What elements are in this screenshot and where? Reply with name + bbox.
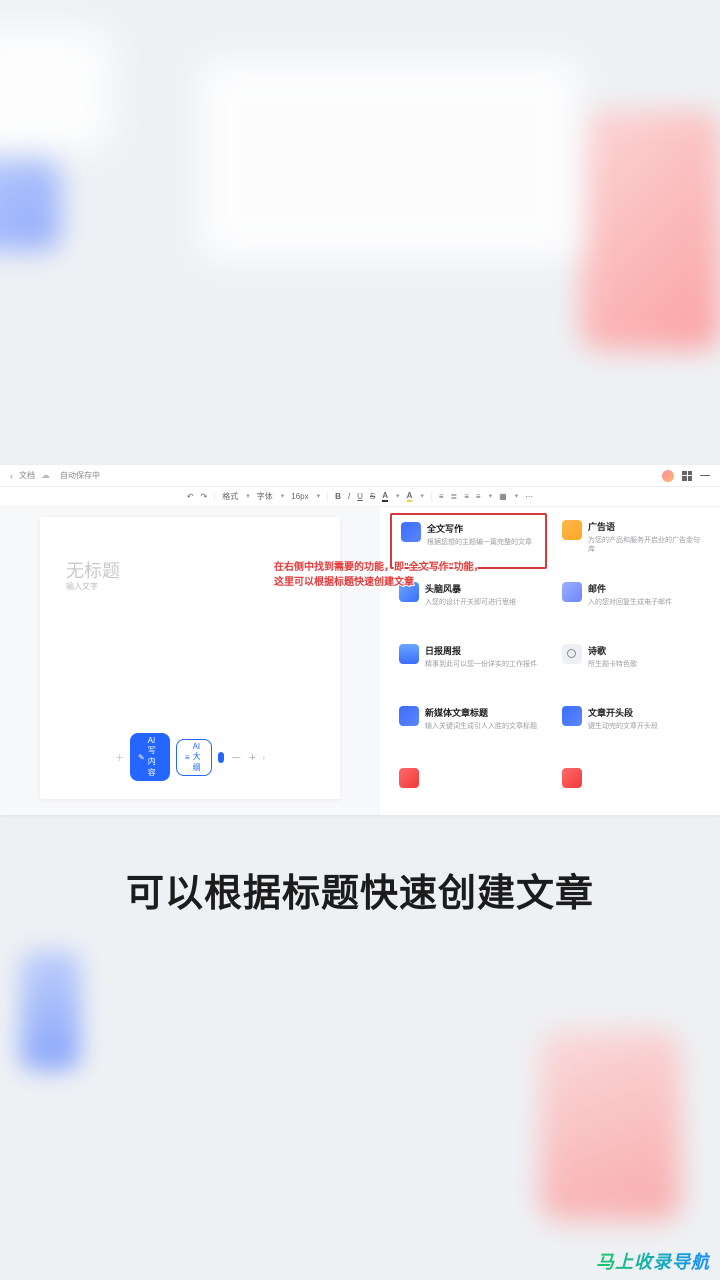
format-painter-button[interactable]: 格式 [222, 493, 238, 501]
template-panel: 全文写作 根据您想的主题编一篇完整的文章 广告语 为您的产品和服务开启业的广告金… [380, 507, 720, 815]
list-bullet-icon[interactable]: ≣ [451, 493, 458, 501]
opening-icon [562, 706, 582, 726]
sync-status: 自动保存中 [60, 470, 100, 481]
ai-write-label: AI写内容 [148, 736, 162, 778]
square-button[interactable] [218, 752, 224, 763]
apps-grid-icon[interactable] [682, 471, 692, 481]
ai-write-button[interactable]: ✎ AI写内容 [130, 733, 170, 781]
template-desc: 键生动完的文章开头段 [588, 722, 658, 731]
plus-small[interactable]: ＋ [248, 752, 256, 763]
underline-button[interactable]: U [357, 493, 363, 501]
template-more-right[interactable] [553, 761, 710, 795]
template-mail[interactable]: 邮件 入的您对回复生成电子邮件 [553, 575, 710, 631]
app-window: ‹ 文档 ☁ 自动保存中 — ↶ ↷ 格式▾ 字体▾ 16px▾ B I U S… [0, 465, 720, 815]
template-desc: 入您的设计开关即可进行思维 [425, 598, 516, 607]
wand-icon: ✎ [138, 753, 145, 762]
indent-right-icon[interactable]: ≡ [476, 493, 481, 501]
template-desc: 输入关键词生成引人入胜的文章标题 [425, 722, 537, 731]
font-select[interactable]: 字体 [257, 493, 273, 501]
list-icon: ≡ [185, 753, 190, 762]
template-advert[interactable]: 广告语 为您的产品和服务开启业的广告金句库 [553, 513, 710, 569]
body-placeholder[interactable]: 输入文字 [66, 581, 98, 592]
template-title: 新媒体文章标题 [425, 706, 537, 719]
cloud-icon: ☁ [41, 470, 50, 481]
titlebar: ‹ 文档 ☁ 自动保存中 — [0, 465, 720, 487]
more-icon[interactable]: ⋯ [525, 493, 533, 501]
template-title: 文章开头段 [588, 706, 658, 719]
ai-outline-button[interactable]: ≡ AI大纲 [176, 739, 212, 776]
plus-icon[interactable]: ＋ [115, 751, 124, 764]
advert-icon [562, 520, 582, 540]
bookmark-icon [399, 768, 419, 788]
template-title: 全文写作 [427, 522, 532, 535]
title-placeholder[interactable]: 无标题 [66, 557, 120, 583]
template-desc: 所生题卡特色歌 [588, 660, 637, 669]
minus-small[interactable]: — [232, 753, 240, 762]
annotation-overlay: 在右侧中找到需要的功能，即"全文写作"功能， 这里可以根据标题快速创建文章 [274, 560, 483, 590]
annotation-line2: 这里可以根据标题快速创建文章 [274, 575, 483, 590]
template-desc: 为您的产品和服务开启业的广告金句库 [588, 536, 701, 554]
template-title: 日报周报 [425, 644, 537, 657]
back-icon[interactable]: ‹ [10, 471, 13, 481]
chevron-right-icon[interactable]: › [262, 753, 265, 762]
template-title: 邮件 [588, 582, 672, 595]
big-caption: 可以根据标题快速创建文章 [0, 862, 720, 917]
fulltext-icon [401, 522, 421, 542]
redo-icon[interactable]: ↷ [201, 493, 208, 501]
template-desc: 根据您想的主题编一篇完整的文章 [427, 538, 532, 547]
avatar[interactable] [662, 470, 674, 482]
template-desc: 入的您对回复生成电子邮件 [588, 598, 672, 607]
strike-button[interactable]: S [370, 493, 375, 501]
font-size-select[interactable]: 16px [291, 493, 308, 501]
indent-left-icon[interactable]: ≡ [464, 493, 469, 501]
doc-name: 文档 [19, 470, 35, 481]
poem-icon [562, 644, 582, 664]
template-title: 诗歌 [588, 644, 637, 657]
template-media-title[interactable]: 新媒体文章标题 输入关键词生成引人入胜的文章标题 [390, 699, 547, 755]
ai-action-bar: ＋ ✎ AI写内容 ≡ AI大纲 — ＋ › [115, 733, 265, 781]
mail-icon [562, 582, 582, 602]
font-color-button[interactable]: A [382, 492, 388, 502]
template-title: 广告语 [588, 520, 701, 533]
report-icon [399, 644, 419, 664]
bold-button[interactable]: B [335, 493, 341, 501]
template-poem[interactable]: 诗歌 所生题卡特色歌 [553, 637, 710, 693]
highlight-color-button[interactable]: A [407, 492, 413, 502]
ai-outline-label: AI大纲 [193, 742, 203, 773]
table-icon[interactable]: ▦ [499, 493, 507, 501]
editor-canvas-wrap: 无标题 输入文字 ＋ ✎ AI写内容 ≡ AI大纲 — ＋ › [0, 507, 380, 815]
minimize-icon[interactable]: — [700, 470, 710, 481]
watermark: 马上收录导航 [596, 1248, 710, 1274]
template-desc: 精事到此可以您一份详实的工作报件 [425, 660, 537, 669]
italic-button[interactable]: I [348, 493, 350, 501]
annotation-line1: 在右侧中找到需要的功能，即"全文写作"功能， [274, 560, 483, 575]
template-opening[interactable]: 文章开头段 键生动完的文章开头段 [553, 699, 710, 755]
editor-toolbar: ↶ ↷ 格式▾ 字体▾ 16px▾ B I U S A▾ A▾ ≡ ≣ ≡ ≡▾… [0, 487, 720, 507]
media-title-icon [399, 706, 419, 726]
template-more-left[interactable] [390, 761, 547, 795]
undo-icon[interactable]: ↶ [187, 493, 194, 501]
template-report[interactable]: 日报周报 精事到此可以您一份详实的工作报件 [390, 637, 547, 693]
list-ordered-icon[interactable]: ≡ [439, 493, 444, 501]
bookmark-icon [562, 768, 582, 788]
